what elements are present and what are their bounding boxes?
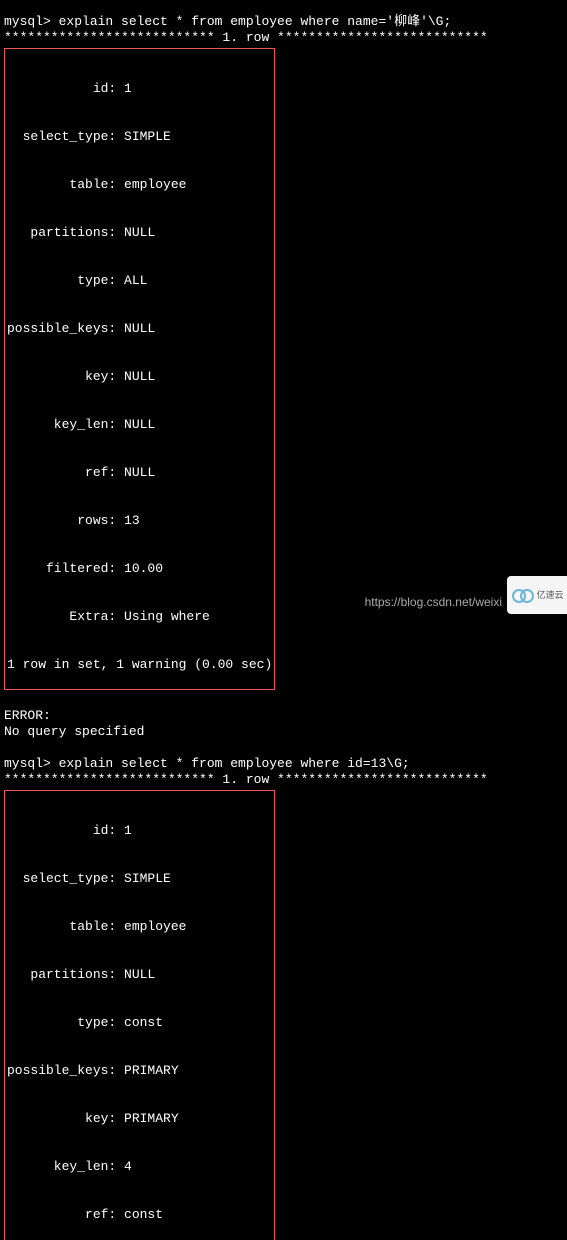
logo-badge: 亿速云 [507, 576, 567, 614]
query1-error-msg: No query specified [4, 724, 563, 740]
query2-row-header: *************************** 1. row *****… [4, 772, 563, 788]
query2-prompt: mysql> explain select * from employee wh… [4, 756, 563, 772]
result-row: key: PRIMARY [7, 1111, 272, 1127]
result-row: possible_keys: PRIMARY [7, 1063, 272, 1079]
result-row: select_type: SIMPLE [7, 129, 272, 145]
result-row: Extra: Using where [7, 609, 272, 625]
result-row: type: ALL [7, 273, 272, 289]
query1-result-block: id: 1 select_type: SIMPLE table: employe… [4, 48, 275, 690]
result-row: key_len: 4 [7, 1159, 272, 1175]
result-row: rows: 13 [7, 513, 272, 529]
logo-text: 亿速云 [536, 587, 563, 603]
query1-row-header: *************************** 1. row *****… [4, 30, 563, 46]
result-row: type: const [7, 1015, 272, 1031]
query1-error-label: ERROR: [4, 708, 563, 724]
result-row: ref: const [7, 1207, 272, 1223]
result-row: partitions: NULL [7, 967, 272, 983]
query2-result-block: id: 1 select_type: SIMPLE table: employe… [4, 790, 275, 1240]
infinity-icon [512, 589, 534, 601]
result-row: 1 row in set, 1 warning (0.00 sec) [7, 657, 272, 673]
watermark-text: https://blog.csdn.net/weixi [365, 594, 502, 610]
result-row: table: employee [7, 919, 272, 935]
result-row: id: 1 [7, 823, 272, 839]
query1-prompt: mysql> explain select * from employee wh… [4, 14, 563, 30]
result-row: id: 1 [7, 81, 272, 97]
result-row: filtered: 10.00 [7, 561, 272, 577]
result-row: possible_keys: NULL [7, 321, 272, 337]
result-row: partitions: NULL [7, 225, 272, 241]
result-row: key_len: NULL [7, 417, 272, 433]
result-row: ref: NULL [7, 465, 272, 481]
result-row: select_type: SIMPLE [7, 871, 272, 887]
result-row: key: NULL [7, 369, 272, 385]
result-row: table: employee [7, 177, 272, 193]
